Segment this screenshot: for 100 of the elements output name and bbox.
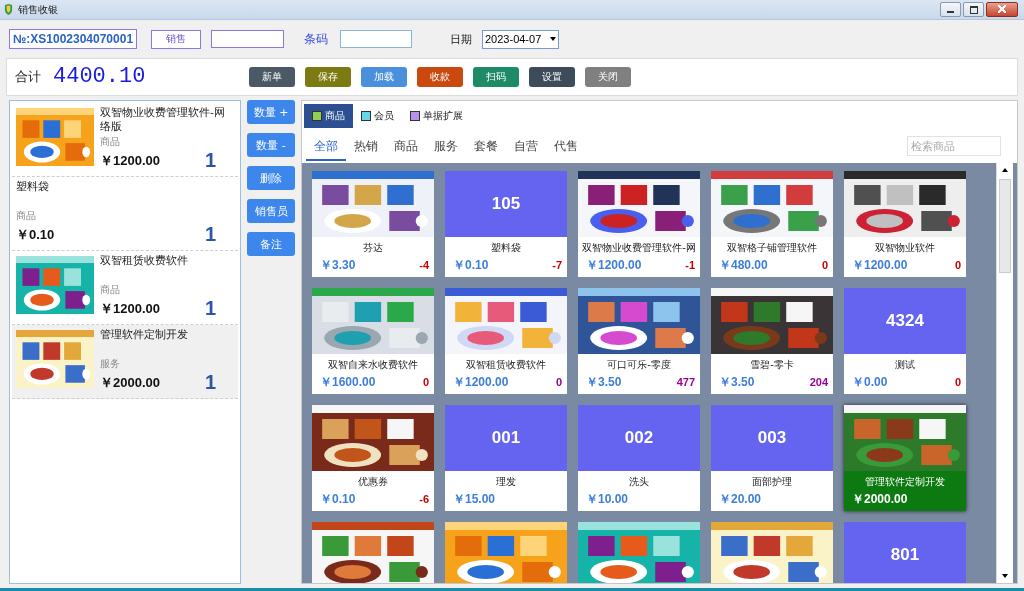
barcode-label: 条码 [304, 30, 328, 48]
product-price: ￥480.00 [719, 257, 768, 273]
filter-tab[interactable]: 热销 [346, 131, 386, 161]
filter-tab[interactable]: 商品 [386, 131, 426, 161]
product-price: ￥3.50 [586, 374, 622, 390]
toolbar-button[interactable]: 收款 [417, 67, 463, 87]
date-picker[interactable]: 2023-04-07 [482, 29, 559, 49]
minimize-button[interactable] [940, 2, 961, 17]
stock-count: 0 [954, 258, 961, 273]
toolbar-button[interactable]: 保存 [305, 67, 351, 87]
item-quantity: 1 [204, 297, 216, 320]
filter-tab[interactable]: 自营 [506, 131, 546, 161]
filter-tab[interactable]: 服务 [426, 131, 466, 161]
product-name: 芬达 [362, 241, 384, 254]
product-price: ￥3.30 [320, 257, 356, 273]
product-name: 可口可乐-零度 [606, 358, 672, 371]
stock-count: -1 [685, 258, 695, 273]
product-price: ￥3.50 [719, 374, 755, 390]
cart-item[interactable]: 塑料袋 商品 ￥0.10 1 [12, 177, 238, 251]
toolbar-button[interactable]: 新单 [249, 67, 295, 87]
product-card[interactable]: 双智租赁收费软件 ￥1200.00 0 [445, 288, 567, 394]
item-name: 管理软件定制开发 [100, 328, 189, 342]
item-price: ￥2000.00 [100, 373, 160, 392]
product-card[interactable]: 003 面部护理 ￥20.00 [711, 405, 833, 511]
mode-button[interactable]: 销售 [151, 29, 201, 49]
category-tab[interactable]: 会员 [353, 104, 402, 128]
product-card[interactable]: 002 洗头 ￥10.00 [578, 405, 700, 511]
side-button[interactable]: 数量 + [247, 100, 295, 124]
stock-count: -4 [419, 258, 429, 273]
item-quantity: 1 [204, 223, 216, 246]
search-field[interactable]: 检索商品 [907, 136, 1001, 156]
scroll-thumb[interactable] [999, 179, 1011, 273]
product-code: 002 [624, 428, 654, 448]
caret-icon [550, 37, 556, 41]
toolbar-button[interactable]: 关闭 [585, 67, 631, 87]
item-type: 商品 [100, 283, 121, 297]
product-price: ￥10.00 [586, 491, 629, 507]
stock-count: 0 [555, 375, 562, 390]
customer-field[interactable] [211, 30, 284, 48]
product-price: ￥0.10 [453, 257, 489, 273]
product-card[interactable]: 双智自来水收费软件 ￥1600.00 0 [312, 288, 434, 394]
toolbar-button[interactable]: 扫码 [473, 67, 519, 87]
filter-tab[interactable]: 代售 [546, 131, 586, 161]
side-button[interactable]: 数量 - [247, 133, 295, 157]
product-name: 双智物业软件 [874, 241, 936, 254]
toolbar-button[interactable]: 设置 [529, 67, 575, 87]
product-price: ￥2000.00 [852, 491, 908, 507]
close-button[interactable] [986, 2, 1018, 17]
total-label: 合计 [15, 68, 41, 86]
barcode-field[interactable] [340, 30, 412, 48]
product-name: 优惠券 [357, 475, 389, 488]
item-type: 商品 [100, 135, 121, 149]
product-name: 塑料袋 [490, 241, 522, 254]
product-card[interactable]: 双智物业软件 ￥1200.00 0 [844, 171, 966, 277]
product-card[interactable]: 双智物业收费管理软件-网 ￥1200.00 -1 [578, 171, 700, 277]
cart-item[interactable]: 双智物业收费管理软件-网络版 商品 ￥1200.00 1 [12, 103, 238, 177]
product-card[interactable]: 105 塑料袋 ￥0.10 -7 [445, 171, 567, 277]
product-code: 105 [491, 194, 521, 214]
side-button[interactable]: 删除 [247, 166, 295, 190]
date-label: 日期 [450, 31, 472, 47]
item-price: ￥1200.00 [100, 299, 160, 318]
product-price: ￥1200.00 [586, 257, 642, 273]
product-price: ￥20.00 [719, 491, 762, 507]
item-price: ￥1200.00 [100, 151, 160, 170]
category-tab[interactable]: 商品 [304, 104, 353, 128]
product-card[interactable]: 001 理发 ￥15.00 [445, 405, 567, 511]
cart-item[interactable]: 双智租赁收费软件 商品 ￥1200.00 1 [12, 251, 238, 325]
stock-count: 0 [821, 258, 828, 273]
product-card[interactable]: 双智格子铺管理软件 ￥480.00 0 [711, 171, 833, 277]
product-name: 雪碧-零卡 [749, 358, 795, 371]
category-tab[interactable]: 单据扩展 [402, 104, 471, 128]
stock-count: -7 [552, 258, 562, 273]
order-number: №:XS1002304070001 [9, 29, 137, 49]
filter-tab[interactable]: 套餐 [466, 131, 506, 161]
product-card[interactable]: 4324 测试 ￥0.00 0 [844, 288, 966, 394]
side-button[interactable]: 销售员 [247, 199, 295, 223]
product-card[interactable]: 优惠券 ￥0.10 -6 [312, 405, 434, 511]
item-type: 商品 [16, 209, 37, 223]
product-price: ￥15.00 [453, 491, 496, 507]
stock-count: 477 [676, 375, 695, 390]
maximize-button[interactable] [963, 2, 984, 17]
product-price: ￥1600.00 [320, 374, 376, 390]
product-name: 双智自来水收费软件 [327, 358, 419, 371]
product-card[interactable]: 可口可乐-零度 ￥3.50 477 [578, 288, 700, 394]
scrollbar[interactable] [996, 163, 1013, 583]
product-name: 双智物业收费管理软件-网 [581, 241, 697, 254]
item-name: 双智租赁收费软件 [100, 254, 189, 268]
product-name: 双智租赁收费软件 [465, 358, 547, 371]
item-type: 服务 [100, 357, 121, 371]
item-name: 双智物业收费管理软件-网络版 [100, 106, 226, 134]
product-card[interactable]: 雪碧-零卡 ￥3.50 204 [711, 288, 833, 394]
product-card[interactable]: 芬达 ￥3.30 -4 [312, 171, 434, 277]
filter-tab[interactable]: 全部 [306, 131, 346, 161]
product-name: 面部护理 [751, 475, 793, 488]
total-amount: 4400.10 [53, 63, 147, 91]
cart-item[interactable]: 管理软件定制开发 服务 ￥2000.00 1 [12, 325, 238, 399]
product-card[interactable]: 管理软件定制开发 ￥2000.00 [844, 405, 966, 511]
product-code: 001 [491, 428, 521, 448]
item-name: 塑料袋 [16, 180, 50, 194]
side-button[interactable]: 备注 [247, 232, 295, 256]
